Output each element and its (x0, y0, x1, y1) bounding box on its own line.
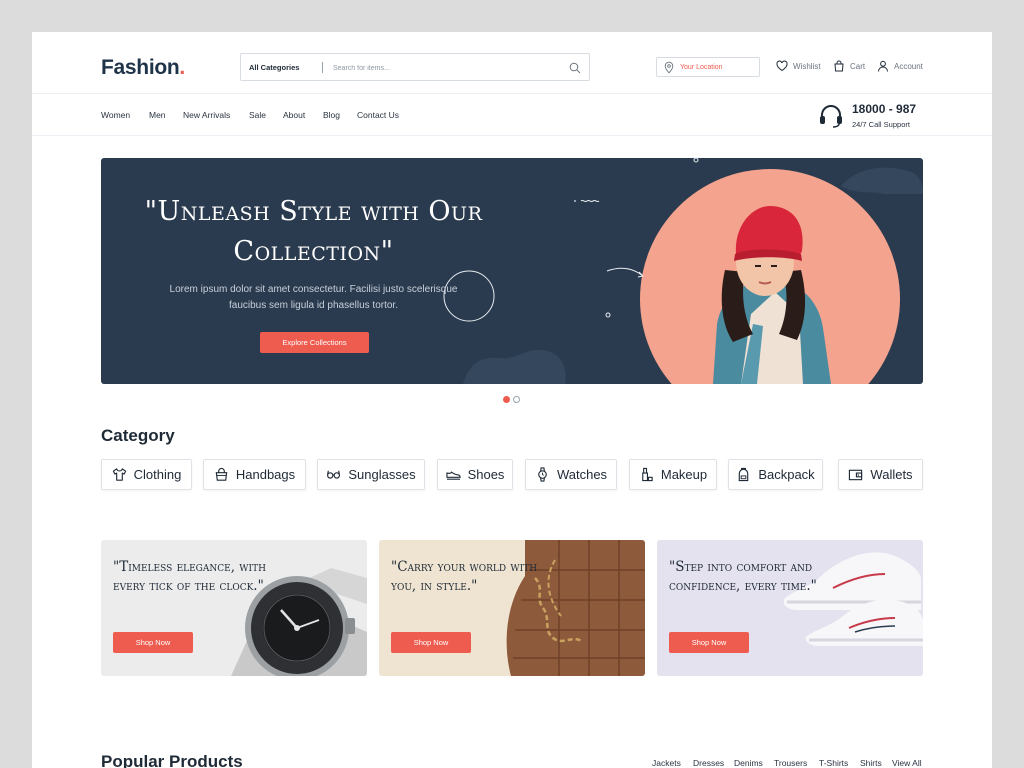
search-divider (322, 62, 323, 73)
category-clothing[interactable]: Clothing (101, 459, 192, 490)
category-watches[interactable]: Watches (525, 459, 617, 490)
category-label: Wallets (870, 467, 913, 482)
category-label: Sunglasses (348, 467, 416, 482)
main-nav: Women Men New Arrivals Sale About Blog C… (32, 94, 992, 136)
search-input[interactable] (333, 60, 558, 76)
page: Fashion. All Categories Your Location Wi… (32, 32, 992, 768)
shop-now-button[interactable]: Shop Now (669, 632, 749, 653)
tab-trousers[interactable]: Trousers (774, 758, 807, 768)
category-select[interactable]: All Categories (249, 63, 299, 72)
nav-item-men[interactable]: Men (149, 110, 166, 120)
watch-icon (538, 467, 547, 482)
category-sunglasses[interactable]: Sunglasses (317, 459, 425, 490)
nav-item-about[interactable]: About (283, 110, 305, 120)
category-label: Handbags (235, 467, 296, 482)
carousel-dots (503, 396, 520, 403)
category-label: Watches (556, 467, 608, 482)
top-bar: Fashion. All Categories Your Location Wi… (32, 32, 992, 94)
support-label: 24/7 Call Support (852, 120, 910, 129)
logo-dot: . (179, 56, 185, 79)
nav-item-sale[interactable]: Sale (249, 110, 266, 120)
support-number: 18000 - 987 (852, 102, 917, 116)
wishlist-link[interactable]: Wishlist (776, 60, 821, 72)
category-handbags[interactable]: Handbags (203, 459, 306, 490)
promo-quote: "Timeless elegance, with every tick of t… (113, 559, 266, 594)
wishlist-label: Wishlist (793, 61, 821, 71)
bag-icon (834, 60, 844, 72)
carousel-dot-2[interactable] (513, 396, 520, 403)
sunglasses-icon (327, 470, 341, 479)
shop-now-button[interactable]: Shop Now (391, 632, 471, 653)
hero-title: "Unleash Style with Our Collection" (144, 196, 483, 267)
headset-icon (820, 105, 842, 128)
hero-text: Lorem ipsum dolor sit amet consectetur. … (169, 284, 458, 311)
category-shoes[interactable]: Shoes (437, 459, 513, 490)
logo-text: Fashion (101, 56, 180, 79)
category-heading: Category (101, 426, 175, 445)
tshirt-icon (112, 468, 126, 481)
promo-quote: "Step into comfort and confidence, every… (669, 559, 817, 594)
tab-denims[interactable]: Denims (734, 758, 763, 768)
nav-item-new-arrivals[interactable]: New Arrivals (183, 110, 230, 120)
shoe-icon (445, 471, 461, 480)
shop-now-button[interactable]: Shop Now (113, 632, 193, 653)
location-pin-icon (664, 61, 674, 74)
promo-quote: "Carry your world with you, in style." (391, 559, 538, 594)
promo-card-handbags[interactable]: "Carry your world with you, in style." S… (379, 540, 645, 676)
category-wallets[interactable]: Wallets (838, 459, 923, 490)
location-label: Your Location (680, 64, 723, 71)
location-selector[interactable]: Your Location (656, 57, 760, 77)
nav-item-contact-us[interactable]: Contact Us (357, 110, 399, 120)
search-icon[interactable] (569, 62, 581, 74)
account-label: Account (894, 61, 923, 71)
tab-jackets[interactable]: Jackets (652, 758, 681, 768)
category-label: Makeup (660, 467, 708, 482)
category-makeup[interactable]: Makeup (629, 459, 717, 490)
call-support[interactable]: 18000 - 987 24/7 Call Support (818, 102, 928, 132)
wallet-icon (849, 469, 863, 481)
tab-t-shirts[interactable]: T-Shirts (819, 758, 848, 768)
hero-banner: "Unleash Style with Our Collection" Lore… (101, 158, 923, 384)
account-link[interactable]: Account (877, 60, 923, 72)
handbag-icon (215, 467, 228, 481)
nav-item-women[interactable]: Women (101, 110, 130, 120)
category-label: Clothing (133, 467, 182, 482)
tab-dresses[interactable]: Dresses (693, 758, 724, 768)
user-icon (878, 60, 888, 72)
category-backpack[interactable]: Backpack (728, 459, 823, 490)
heart-icon (776, 60, 788, 72)
tab-shirts[interactable]: Shirts (860, 758, 882, 768)
cart-link[interactable]: Cart (833, 60, 865, 72)
promo-card-sneakers[interactable]: "Step into comfort and confidence, every… (657, 540, 923, 676)
logo[interactable]: Fashion. (101, 56, 185, 80)
cart-label: Cart (850, 61, 866, 71)
promo-card-watches[interactable]: "Timeless elegance, with every tick of t… (101, 540, 367, 676)
makeup-icon (642, 467, 653, 482)
popular-products-heading: Popular Products (101, 752, 243, 768)
tab-view-all[interactable]: View All (892, 758, 922, 768)
carousel-dot-1[interactable] (503, 396, 510, 403)
search-bar: All Categories (240, 53, 590, 81)
category-label: Backpack (758, 467, 815, 482)
explore-collections-button[interactable]: Explore Collections (260, 332, 369, 353)
backpack-icon (739, 467, 749, 482)
category-label: Shoes (467, 467, 505, 482)
nav-item-blog[interactable]: Blog (323, 110, 340, 120)
